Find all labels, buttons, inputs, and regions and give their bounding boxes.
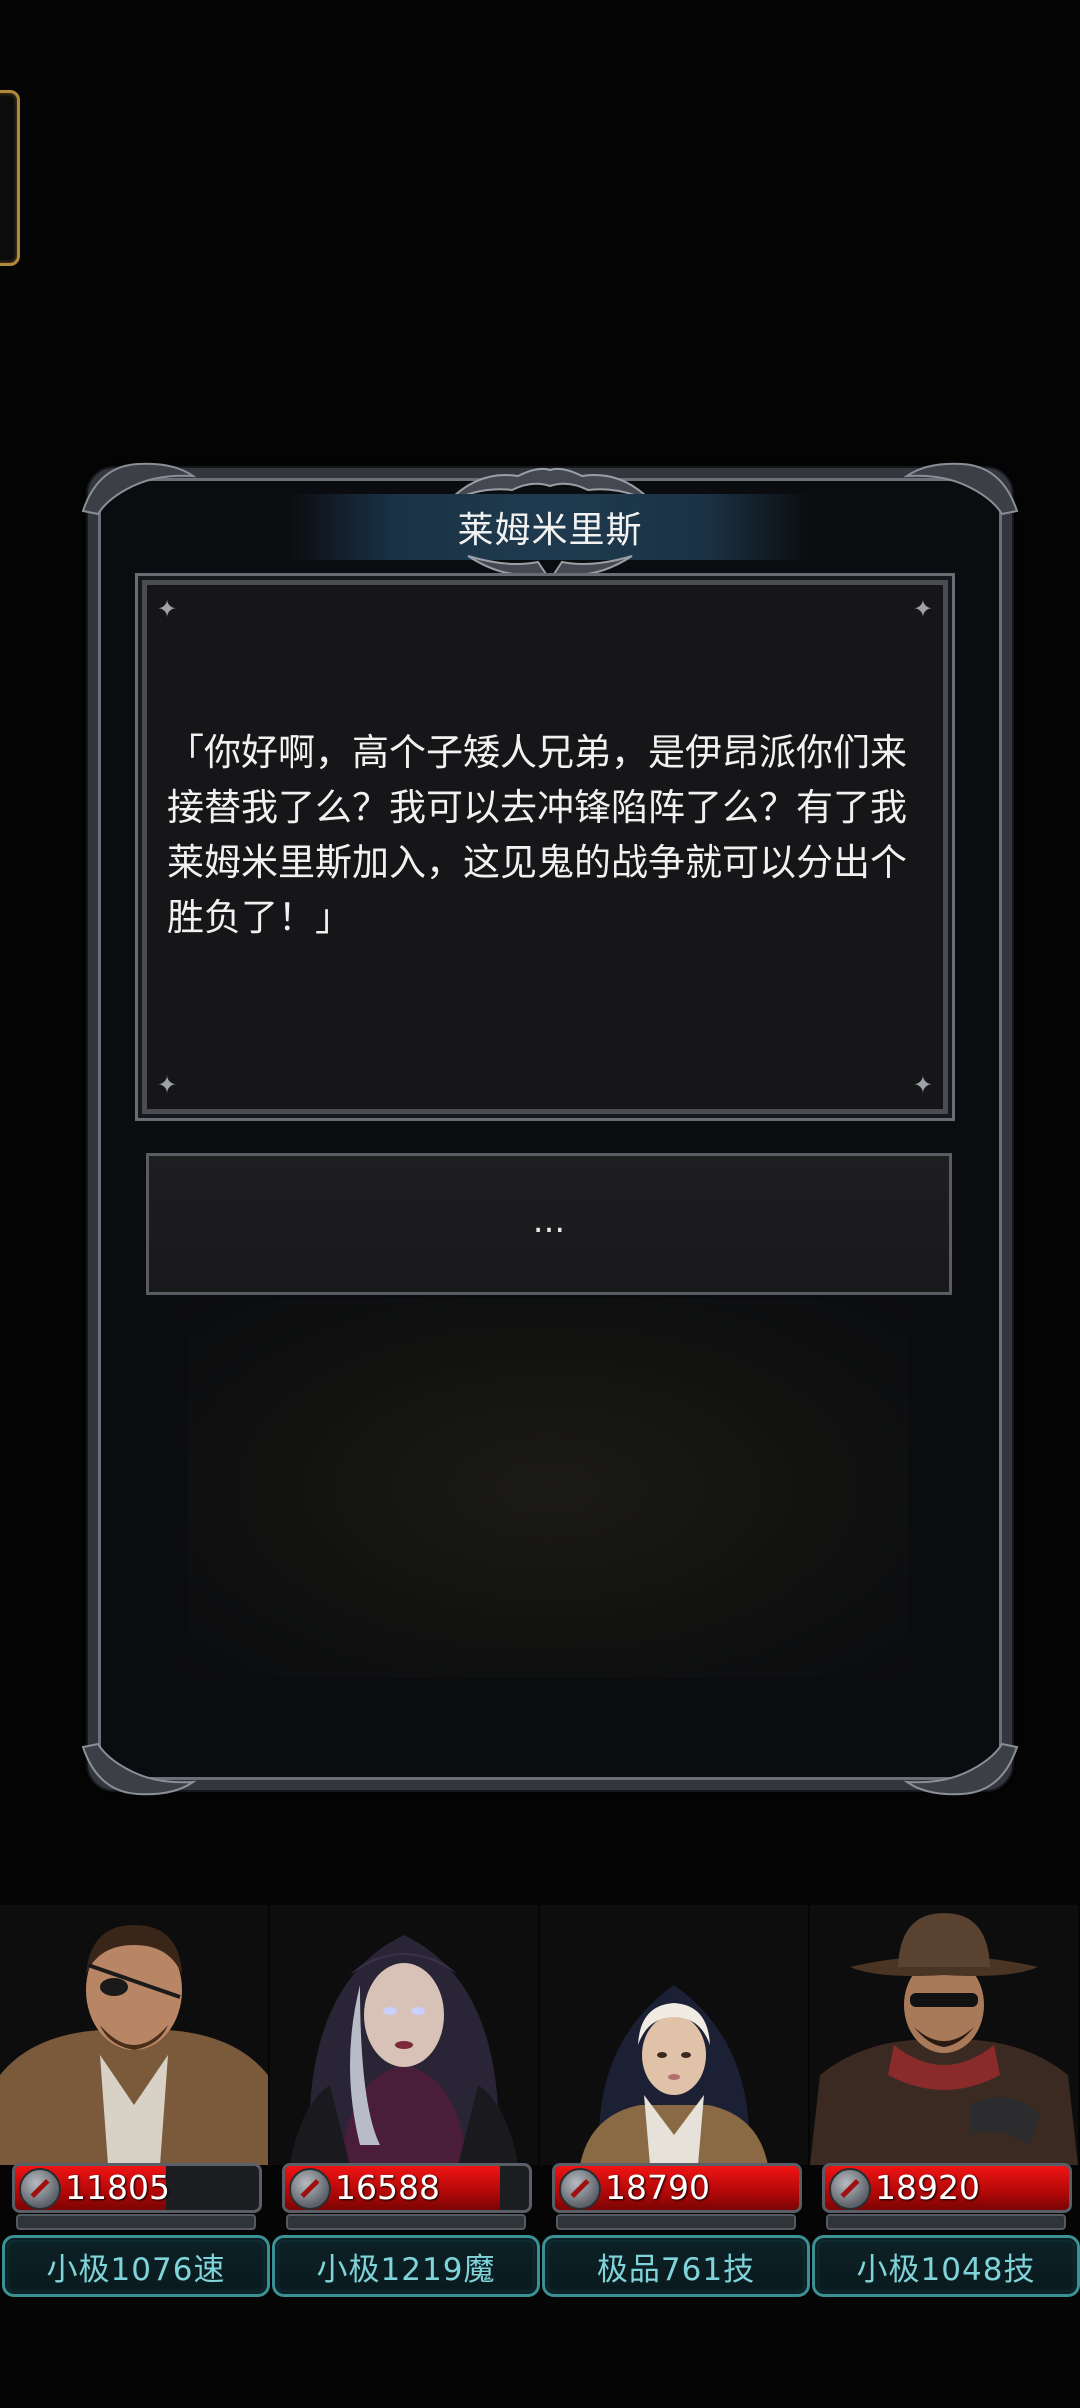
party-member-2[interactable]: 16588 小极1219魔 [270, 1905, 540, 2300]
hp-bar: 11805 [12, 2163, 262, 2213]
party-member-1[interactable]: 11805 小极1076速 [0, 1905, 270, 2300]
sparkle-icon: ✦ [157, 595, 178, 623]
dialog-panel: 莱姆米里斯 ✦ ✦ ✦ ✦ 「你好啊，高个子矮人兄弟，是伊昂派你们来接替我了么？… [81, 462, 1019, 1796]
nun-icon [540, 1905, 808, 2165]
cowboy-icon [810, 1905, 1078, 2165]
member-tag-label: 小极1048技 [856, 2251, 1036, 2288]
hp-bar: 18920 [822, 2163, 1072, 2213]
eyepatch-man-icon [0, 1905, 268, 2165]
hp-value: 16588 [335, 2168, 440, 2207]
title-bar: 莱姆米里斯 [288, 494, 812, 560]
hp-value: 18920 [875, 2168, 980, 2207]
sparkle-icon: ✦ [912, 595, 933, 623]
member-tag-button[interactable]: 小极1048技 [812, 2235, 1080, 2297]
member-tag-label: 小极1219魔 [316, 2251, 496, 2288]
member-tag-button[interactable]: 小极1076速 [2, 2235, 270, 2297]
member-tag-button[interactable]: 极品761技 [542, 2235, 810, 2297]
reply-option-button[interactable]: ... [146, 1153, 952, 1295]
hp-bar: 16588 [282, 2163, 532, 2213]
sparkle-icon: ✦ [912, 1071, 933, 1099]
hp-value: 18790 [605, 2168, 710, 2207]
dialog-text-box: ✦ ✦ ✦ ✦ 「你好啊，高个子矮人兄弟，是伊昂派你们来接替我了么？我可以去冲锋… [142, 580, 948, 1114]
corner-ornament-icon [78, 456, 198, 516]
secondary-bar [286, 2214, 526, 2230]
side-menu-tab[interactable] [0, 90, 20, 266]
dialog-text: 「你好啊，高个子矮人兄弟，是伊昂派你们来接替我了么？我可以去冲锋陷阵了么？有了我… [167, 731, 907, 939]
member-tag-button[interactable]: 小极1219魔 [272, 2235, 540, 2297]
party-member-3[interactable]: 18790 极品761技 [540, 1905, 810, 2300]
sword-shield-icon [19, 2168, 61, 2210]
party-member-4[interactable]: 18920 小极1048技 [810, 1905, 1080, 2300]
corner-ornament-icon [902, 456, 1022, 516]
sword-shield-icon [559, 2168, 601, 2210]
hp-value: 11805 [65, 2168, 170, 2207]
reply-option-label: ... [532, 1201, 566, 1241]
member-tag-label: 小极1076速 [46, 2251, 226, 2288]
party-bar: 11805 小极1076速 16588 小极1219魔 18790 极品761技… [0, 1905, 1080, 2300]
sword-shield-icon [829, 2168, 871, 2210]
member-tag-label: 极品761技 [596, 2251, 756, 2288]
secondary-bar [826, 2214, 1066, 2230]
corner-ornament-icon [902, 1742, 1022, 1802]
sparkle-icon: ✦ [157, 1071, 178, 1099]
dialog-background-texture [188, 1298, 908, 1678]
secondary-bar [556, 2214, 796, 2230]
corner-ornament-icon [78, 1742, 198, 1802]
hp-bar: 18790 [552, 2163, 802, 2213]
hooded-sorceress-icon [270, 1905, 538, 2165]
sword-shield-icon [289, 2168, 331, 2210]
speaker-name: 莱姆米里斯 [457, 510, 643, 551]
secondary-bar [16, 2214, 256, 2230]
